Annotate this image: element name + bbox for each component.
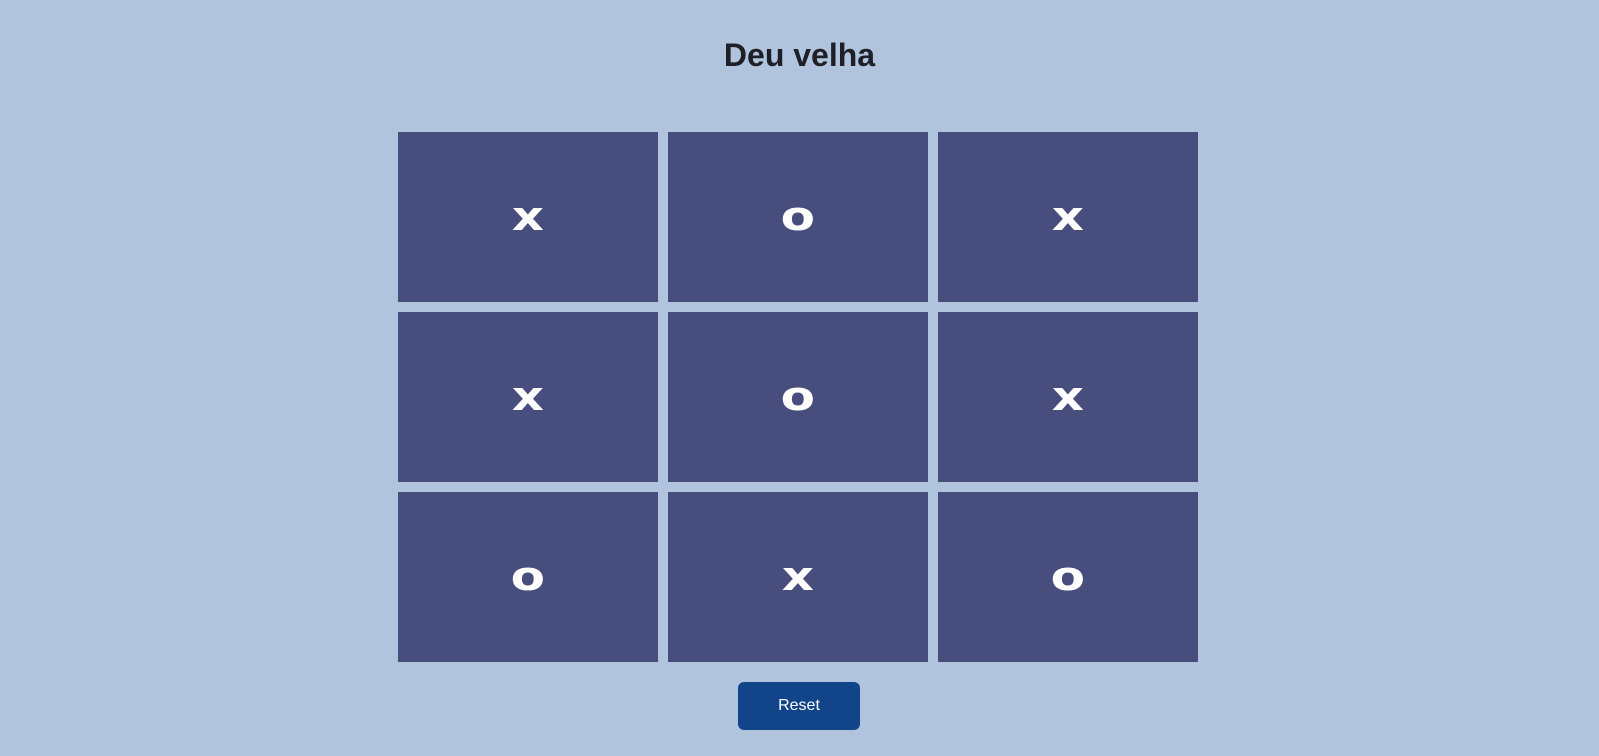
board-cell-1[interactable]: x (398, 132, 658, 302)
cell-mark: x (511, 194, 545, 240)
game-status-title: Deu velha (723, 37, 876, 73)
cell-mark: x (1051, 374, 1085, 420)
cell-mark: o (1050, 554, 1086, 600)
tic-tac-toe-board: x o x x o x o x o (398, 132, 1200, 662)
board-cell-7[interactable]: o (398, 492, 658, 662)
board-cell-9[interactable]: o (938, 492, 1198, 662)
cell-mark: x (781, 554, 815, 600)
cell-mark: o (780, 194, 816, 240)
cell-mark: o (780, 374, 816, 420)
board-cell-3[interactable]: x (938, 132, 1198, 302)
reset-button[interactable]: Reset (738, 682, 860, 730)
board-cell-2[interactable]: o (668, 132, 928, 302)
cell-mark: o (510, 554, 546, 600)
game-page: Deu velha x o x x o x o x o Reset (0, 0, 1599, 756)
board-cell-6[interactable]: x (938, 312, 1198, 482)
board-cell-4[interactable]: x (398, 312, 658, 482)
cell-mark: x (511, 374, 545, 420)
cell-mark: x (1051, 194, 1085, 240)
board-cell-5[interactable]: o (668, 312, 928, 482)
board-cell-8[interactable]: x (668, 492, 928, 662)
